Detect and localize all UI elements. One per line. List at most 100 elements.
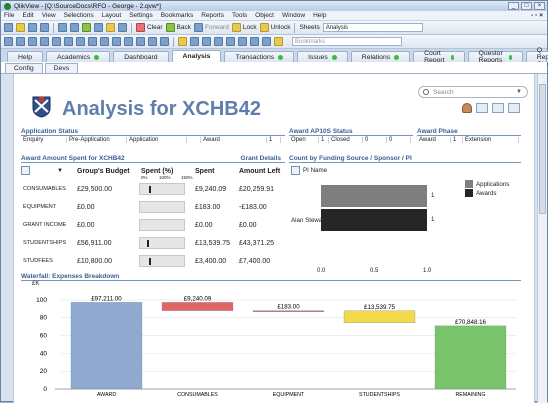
menu-file[interactable]: File	[4, 12, 14, 19]
subtab-config[interactable]: Config	[5, 63, 43, 73]
bookmark-icon[interactable]	[274, 37, 283, 46]
legend-applications[interactable]: Applications	[465, 180, 509, 188]
column-header[interactable]: Amount Left	[239, 168, 280, 175]
lock-button[interactable]: Lock	[231, 23, 257, 32]
scrollbar-thumb[interactable]	[539, 84, 546, 214]
tab-court-report[interactable]: Court Report	[413, 50, 465, 64]
award-phase-row[interactable]: Award 1 Extension	[417, 137, 521, 143]
sheet-props-icon[interactable]	[28, 37, 37, 46]
menu-window[interactable]: Window	[282, 12, 305, 19]
waterfall-bar[interactable]	[161, 302, 234, 311]
bookmarks-select[interactable]: Bookmarks	[292, 37, 402, 46]
status-cell[interactable]: Enquiry	[21, 137, 67, 143]
gauge-icon[interactable]	[160, 37, 169, 46]
grant-details-link[interactable]: Grant Details	[241, 155, 281, 162]
clear-button[interactable]: Clear	[136, 23, 163, 32]
open-icon[interactable]	[16, 23, 25, 32]
menu-settings[interactable]: Settings	[129, 12, 153, 19]
line-object-icon[interactable]	[100, 37, 109, 46]
mdi-controls[interactable]: - ▫ ×	[531, 12, 543, 19]
tab-help[interactable]: Help	[7, 51, 43, 62]
resize-icon[interactable]	[250, 37, 259, 46]
tab-issues[interactable]: Issues	[297, 51, 348, 62]
sort-icon[interactable]: ▼	[57, 168, 63, 174]
grid-icon[interactable]	[16, 37, 25, 46]
container-icon[interactable]	[76, 37, 85, 46]
row-name[interactable]: STUDENTSHIPS	[23, 240, 66, 246]
tab-q-report-objects[interactable]: Q Report Objects	[525, 47, 548, 68]
print-icon[interactable]	[40, 23, 49, 32]
chart-icon[interactable]	[94, 23, 103, 32]
status-cell[interactable]: 0	[363, 137, 387, 143]
search-box[interactable]: Search ▼	[418, 86, 528, 98]
application-status-row[interactable]: Enquiry Pre-Application Application Award 1	[21, 137, 285, 143]
status-cell[interactable]: Closed	[329, 137, 363, 143]
listbox-icon[interactable]	[40, 37, 49, 46]
drill-up-icon[interactable]	[291, 166, 300, 175]
sheets-select[interactable]: Analysis	[322, 23, 423, 32]
menu-reports[interactable]: Reports	[201, 12, 224, 19]
row-name[interactable]: EQUIPMENT	[23, 204, 56, 210]
tab-transactions[interactable]: Transactions	[224, 51, 295, 62]
tab-academics[interactable]: Academics	[45, 51, 111, 62]
status-cell[interactable]: Open	[289, 137, 319, 143]
legend-awards[interactable]: Awards	[465, 189, 497, 197]
column-header[interactable]: Group's Budget	[77, 168, 130, 175]
status-cell[interactable]: Award	[417, 137, 451, 143]
tab-analysis[interactable]: Analysis	[171, 50, 222, 62]
column-header[interactable]: Spent	[195, 168, 214, 175]
back-button[interactable]: Back	[165, 23, 191, 32]
pie-chart-icon[interactable]	[148, 37, 157, 46]
align-center-icon[interactable]	[202, 37, 211, 46]
reload-icon[interactable]	[82, 23, 91, 32]
applications-bar[interactable]	[321, 185, 427, 207]
tab-dashboard[interactable]: Dashboard	[113, 51, 169, 62]
waterfall-bar[interactable]	[434, 325, 507, 390]
person-icon[interactable]	[462, 103, 472, 113]
menu-layout[interactable]: Layout	[102, 12, 122, 19]
menu-tools[interactable]: Tools	[232, 12, 247, 19]
align-right-icon[interactable]	[214, 37, 223, 46]
help-icon[interactable]	[118, 23, 127, 32]
waterfall-bar[interactable]	[70, 302, 143, 390]
vertical-scrollbar[interactable]	[537, 74, 547, 403]
export-icon[interactable]	[492, 103, 504, 113]
space-icon[interactable]	[238, 37, 247, 46]
status-cell[interactable]: Application	[127, 137, 187, 143]
minimize-button[interactable]: _	[508, 2, 519, 10]
subtab-devs[interactable]: Devs	[44, 63, 79, 73]
chevron-down-icon[interactable]: ▼	[516, 89, 522, 95]
status-cell[interactable]: Award	[201, 137, 267, 143]
status-cell[interactable]	[187, 137, 201, 143]
calendar-icon[interactable]	[124, 37, 133, 46]
text-object-icon[interactable]	[88, 37, 97, 46]
drill-up-icon[interactable]	[21, 166, 30, 175]
waterfall-bar[interactable]	[343, 310, 416, 323]
distribute-icon[interactable]	[226, 37, 235, 46]
maximize-button[interactable]: □	[521, 2, 532, 10]
save-icon[interactable]	[28, 23, 37, 32]
slider-icon[interactable]	[112, 37, 121, 46]
menu-edit[interactable]: Edit	[22, 12, 33, 19]
pivot-icon[interactable]	[64, 37, 73, 46]
table-view-icon[interactable]	[508, 103, 520, 113]
window-icon[interactable]	[476, 103, 488, 113]
unlock-button[interactable]: Unlock	[259, 23, 290, 32]
row-name[interactable]: STUDFEES	[23, 258, 53, 264]
undo-icon[interactable]	[58, 23, 67, 32]
waterfall-bar[interactable]	[252, 310, 325, 312]
status-cell[interactable]: 1	[451, 137, 463, 143]
star-icon[interactable]	[106, 23, 115, 32]
tab-questor-reports[interactable]: Questor Reports	[467, 50, 523, 64]
menu-bookmarks[interactable]: Bookmarks	[161, 12, 194, 19]
status-cell[interactable]: Pre-Application	[67, 137, 127, 143]
menu-object[interactable]: Object	[255, 12, 274, 19]
row-name[interactable]: CONSUMABLES	[23, 186, 66, 192]
status-cell[interactable]: 0	[387, 137, 411, 143]
close-button[interactable]: ×	[534, 2, 545, 10]
align-left-icon[interactable]	[190, 37, 199, 46]
edit-icon[interactable]	[178, 37, 187, 46]
forward-button[interactable]: Forward	[194, 23, 229, 32]
status-cell[interactable]: Extension	[463, 137, 519, 143]
table-icon[interactable]	[52, 37, 61, 46]
